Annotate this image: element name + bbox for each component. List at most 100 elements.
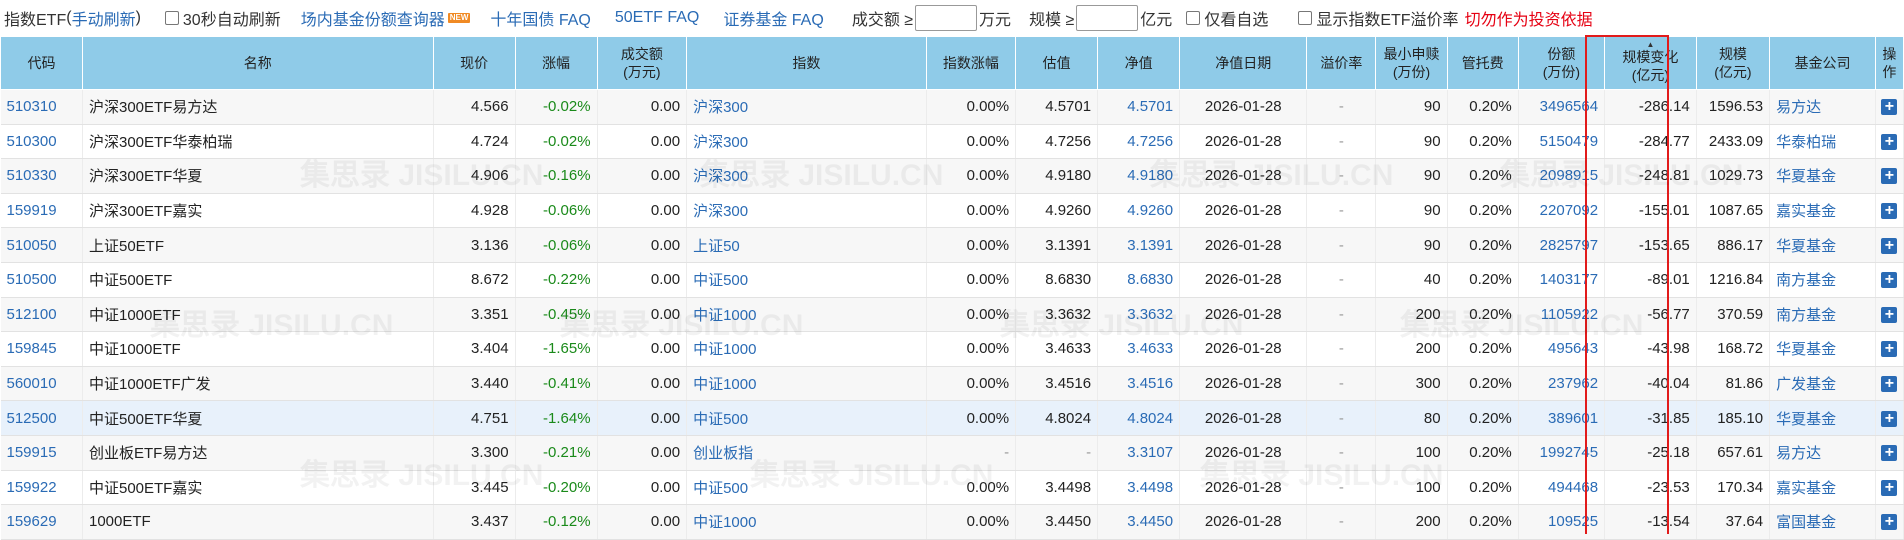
cell-shares[interactable]: 237962 [1518,366,1606,402]
cell-fund-company[interactable]: 嘉实基金 [1769,193,1876,229]
show-premium-checkbox[interactable]: 显示指数ETF溢价率 [1298,6,1459,30]
cell-index[interactable]: 中证1000 [686,504,927,540]
cell-code[interactable]: 159845 [0,331,83,367]
checkbox-icon[interactable] [1186,11,1201,25]
cell-nav[interactable]: 3.4633 [1097,331,1181,367]
add-to-watchlist-icon[interactable]: + [1881,479,1898,496]
column-header-nav[interactable]: 净值 [1097,36,1181,90]
column-header-scale[interactable]: 规模 (亿元) [1695,36,1771,90]
table-row[interactable]: 510330 沪深300ETF华夏 4.906 -0.16% 0.00 沪深300 0.00… [0,158,1904,194]
cell-code[interactable]: 159629 [0,504,83,540]
cell-code[interactable]: 510330 [0,158,83,194]
cell-fund-company[interactable]: 易方达 [1769,89,1876,125]
cell-index[interactable]: 创业板指 [686,435,927,471]
cell-index[interactable]: 上证50 [686,227,927,263]
cell-shares[interactable]: 495643 [1518,331,1606,367]
add-to-watchlist-icon[interactable]: + [1881,514,1898,531]
cell-code[interactable]: 159915 [0,435,83,471]
cell-fund-company[interactable]: 华夏基金 [1769,331,1876,367]
add-to-watchlist-icon[interactable]: + [1881,410,1898,427]
cell-nav[interactable]: 4.9260 [1097,193,1181,229]
column-header-volume[interactable]: 成交额 (万元) [596,36,688,90]
scale-filter-input[interactable] [1076,5,1139,31]
add-to-watchlist-icon[interactable]: + [1881,376,1898,393]
cell-fund-company[interactable]: 嘉实基金 [1769,470,1876,506]
cell-index[interactable]: 中证1000 [686,297,927,333]
add-to-watchlist-icon[interactable]: + [1881,99,1898,116]
cell-index[interactable]: 中证500 [686,400,927,436]
column-header-premium[interactable]: 溢价率 [1306,36,1377,90]
add-to-watchlist-icon[interactable]: + [1881,341,1898,358]
add-to-watchlist-icon[interactable]: + [1881,272,1898,289]
add-to-watchlist-icon[interactable]: + [1881,133,1898,150]
cell-shares[interactable]: 2825797 [1518,227,1606,263]
cell-shares[interactable]: 2098915 [1518,158,1606,194]
column-header-min-redeem[interactable]: 最小申赎 (万份) [1375,36,1448,90]
faq-broker-fund-link[interactable]: 证券基金 FAQ [723,6,823,30]
column-header-fund-company[interactable]: 基金公司 [1769,36,1876,90]
table-row[interactable]: 510300 沪深300ETF华泰柏瑞 4.724 -0.02% 0.00 沪深300 0.… [0,124,1904,160]
cell-nav[interactable]: 8.6830 [1097,262,1181,298]
cell-nav[interactable]: 3.4498 [1097,470,1181,506]
table-row[interactable]: 512100 中证1000ETF 3.351 -0.45% 0.00 中证1000 0.00… [0,297,1904,333]
cell-index[interactable]: 中证500 [686,262,927,298]
cell-fund-company[interactable]: 易方达 [1769,435,1876,471]
cell-fund-company[interactable]: 富国基金 [1769,504,1876,540]
cell-code[interactable]: 560010 [0,366,83,402]
manual-refresh-link[interactable]: 手动刷新 [72,6,136,30]
column-header-shares[interactable]: 份额 (万份) [1517,36,1606,90]
table-row[interactable]: 159845 中证1000ETF 3.404 -1.65% 0.00 中证1000 0.00… [0,331,1904,367]
add-to-watchlist-icon[interactable]: + [1881,203,1898,220]
column-header-fee[interactable]: 管托费 [1446,36,1519,90]
cell-index[interactable]: 沪深300 [686,124,927,160]
column-header-price[interactable]: 现价 [432,36,516,90]
faq-10y-bond-link[interactable]: 十年国债 FAQ [490,6,590,30]
cell-fund-company[interactable]: 广发基金 [1769,366,1876,402]
cell-nav[interactable]: 4.9180 [1097,158,1181,194]
add-to-watchlist-icon[interactable]: + [1881,306,1898,323]
cell-shares[interactable]: 494468 [1518,470,1606,506]
cell-shares[interactable]: 1105922 [1518,297,1606,333]
cell-fund-company[interactable]: 华夏基金 [1769,400,1876,436]
table-row[interactable]: 159629 1000ETF 3.437 -0.12% 0.00 中证1000 0.00% 3… [0,504,1904,540]
column-header-name[interactable]: 名称 [81,36,434,90]
cell-shares[interactable]: 1992745 [1518,435,1606,471]
cell-nav[interactable]: 3.4450 [1097,504,1181,540]
cell-fund-company[interactable]: 华夏基金 [1769,227,1876,263]
cell-nav[interactable]: 3.3632 [1097,297,1181,333]
cell-fund-company[interactable]: 南方基金 [1769,297,1876,333]
watchlist-only-checkbox[interactable]: 仅看自选 [1186,6,1268,30]
auto-refresh-checkbox[interactable]: 30秒自动刷新 [164,6,281,30]
cell-nav[interactable]: 4.8024 [1097,400,1181,436]
cell-index[interactable]: 沪深300 [686,89,927,125]
cell-code[interactable]: 510300 [0,124,83,160]
add-to-watchlist-icon[interactable]: + [1881,445,1898,462]
table-row[interactable]: 159922 中证500ETF嘉实 3.445 -0.20% 0.00 中证500 0.00… [0,470,1904,506]
cell-index[interactable]: 沪深300 [686,193,927,229]
column-header-code[interactable]: 代码 [0,36,83,90]
cell-shares[interactable]: 3496564 [1518,89,1606,125]
column-header-change[interactable]: 涨幅 [514,36,598,90]
cell-code[interactable]: 510050 [0,227,83,263]
cell-shares[interactable]: 389601 [1518,400,1606,436]
cell-code[interactable]: 510500 [0,262,83,298]
table-row[interactable]: 512500 中证500ETF华夏 4.751 -1.64% 0.00 中证500 0.00… [0,400,1904,436]
cell-code[interactable]: 159919 [0,193,83,229]
table-row[interactable]: 510310 沪深300ETF易方达 4.566 -0.02% 0.00 沪深300 0.0… [0,89,1904,125]
cell-shares[interactable]: 109525 [1518,504,1606,540]
cell-nav[interactable]: 3.3107 [1097,435,1181,471]
volume-filter-input[interactable] [915,5,978,31]
checkbox-icon[interactable] [1298,11,1313,25]
checkbox-icon[interactable] [164,11,179,25]
column-header-action[interactable]: 操作 [1874,36,1904,90]
table-row[interactable]: 159919 沪深300ETF嘉实 4.928 -0.06% 0.00 沪深300 0.00… [0,193,1904,229]
table-row[interactable]: 510500 中证500ETF 8.672 -0.22% 0.00 中证500 0.00% 8… [0,262,1904,298]
cell-code[interactable]: 512500 [0,400,83,436]
column-header-estimate[interactable]: 估值 [1015,36,1099,90]
cell-fund-company[interactable]: 华夏基金 [1769,158,1876,194]
faq-50etf-link[interactable]: 50ETF FAQ [615,9,699,27]
table-row[interactable]: 510050 上证50ETF 3.136 -0.06% 0.00 上证50 0.00% 3.1… [0,227,1904,263]
cell-code[interactable]: 159922 [0,470,83,506]
cell-fund-company[interactable]: 南方基金 [1769,262,1876,298]
column-header-index-change[interactable]: 指数涨幅 [925,36,1017,90]
